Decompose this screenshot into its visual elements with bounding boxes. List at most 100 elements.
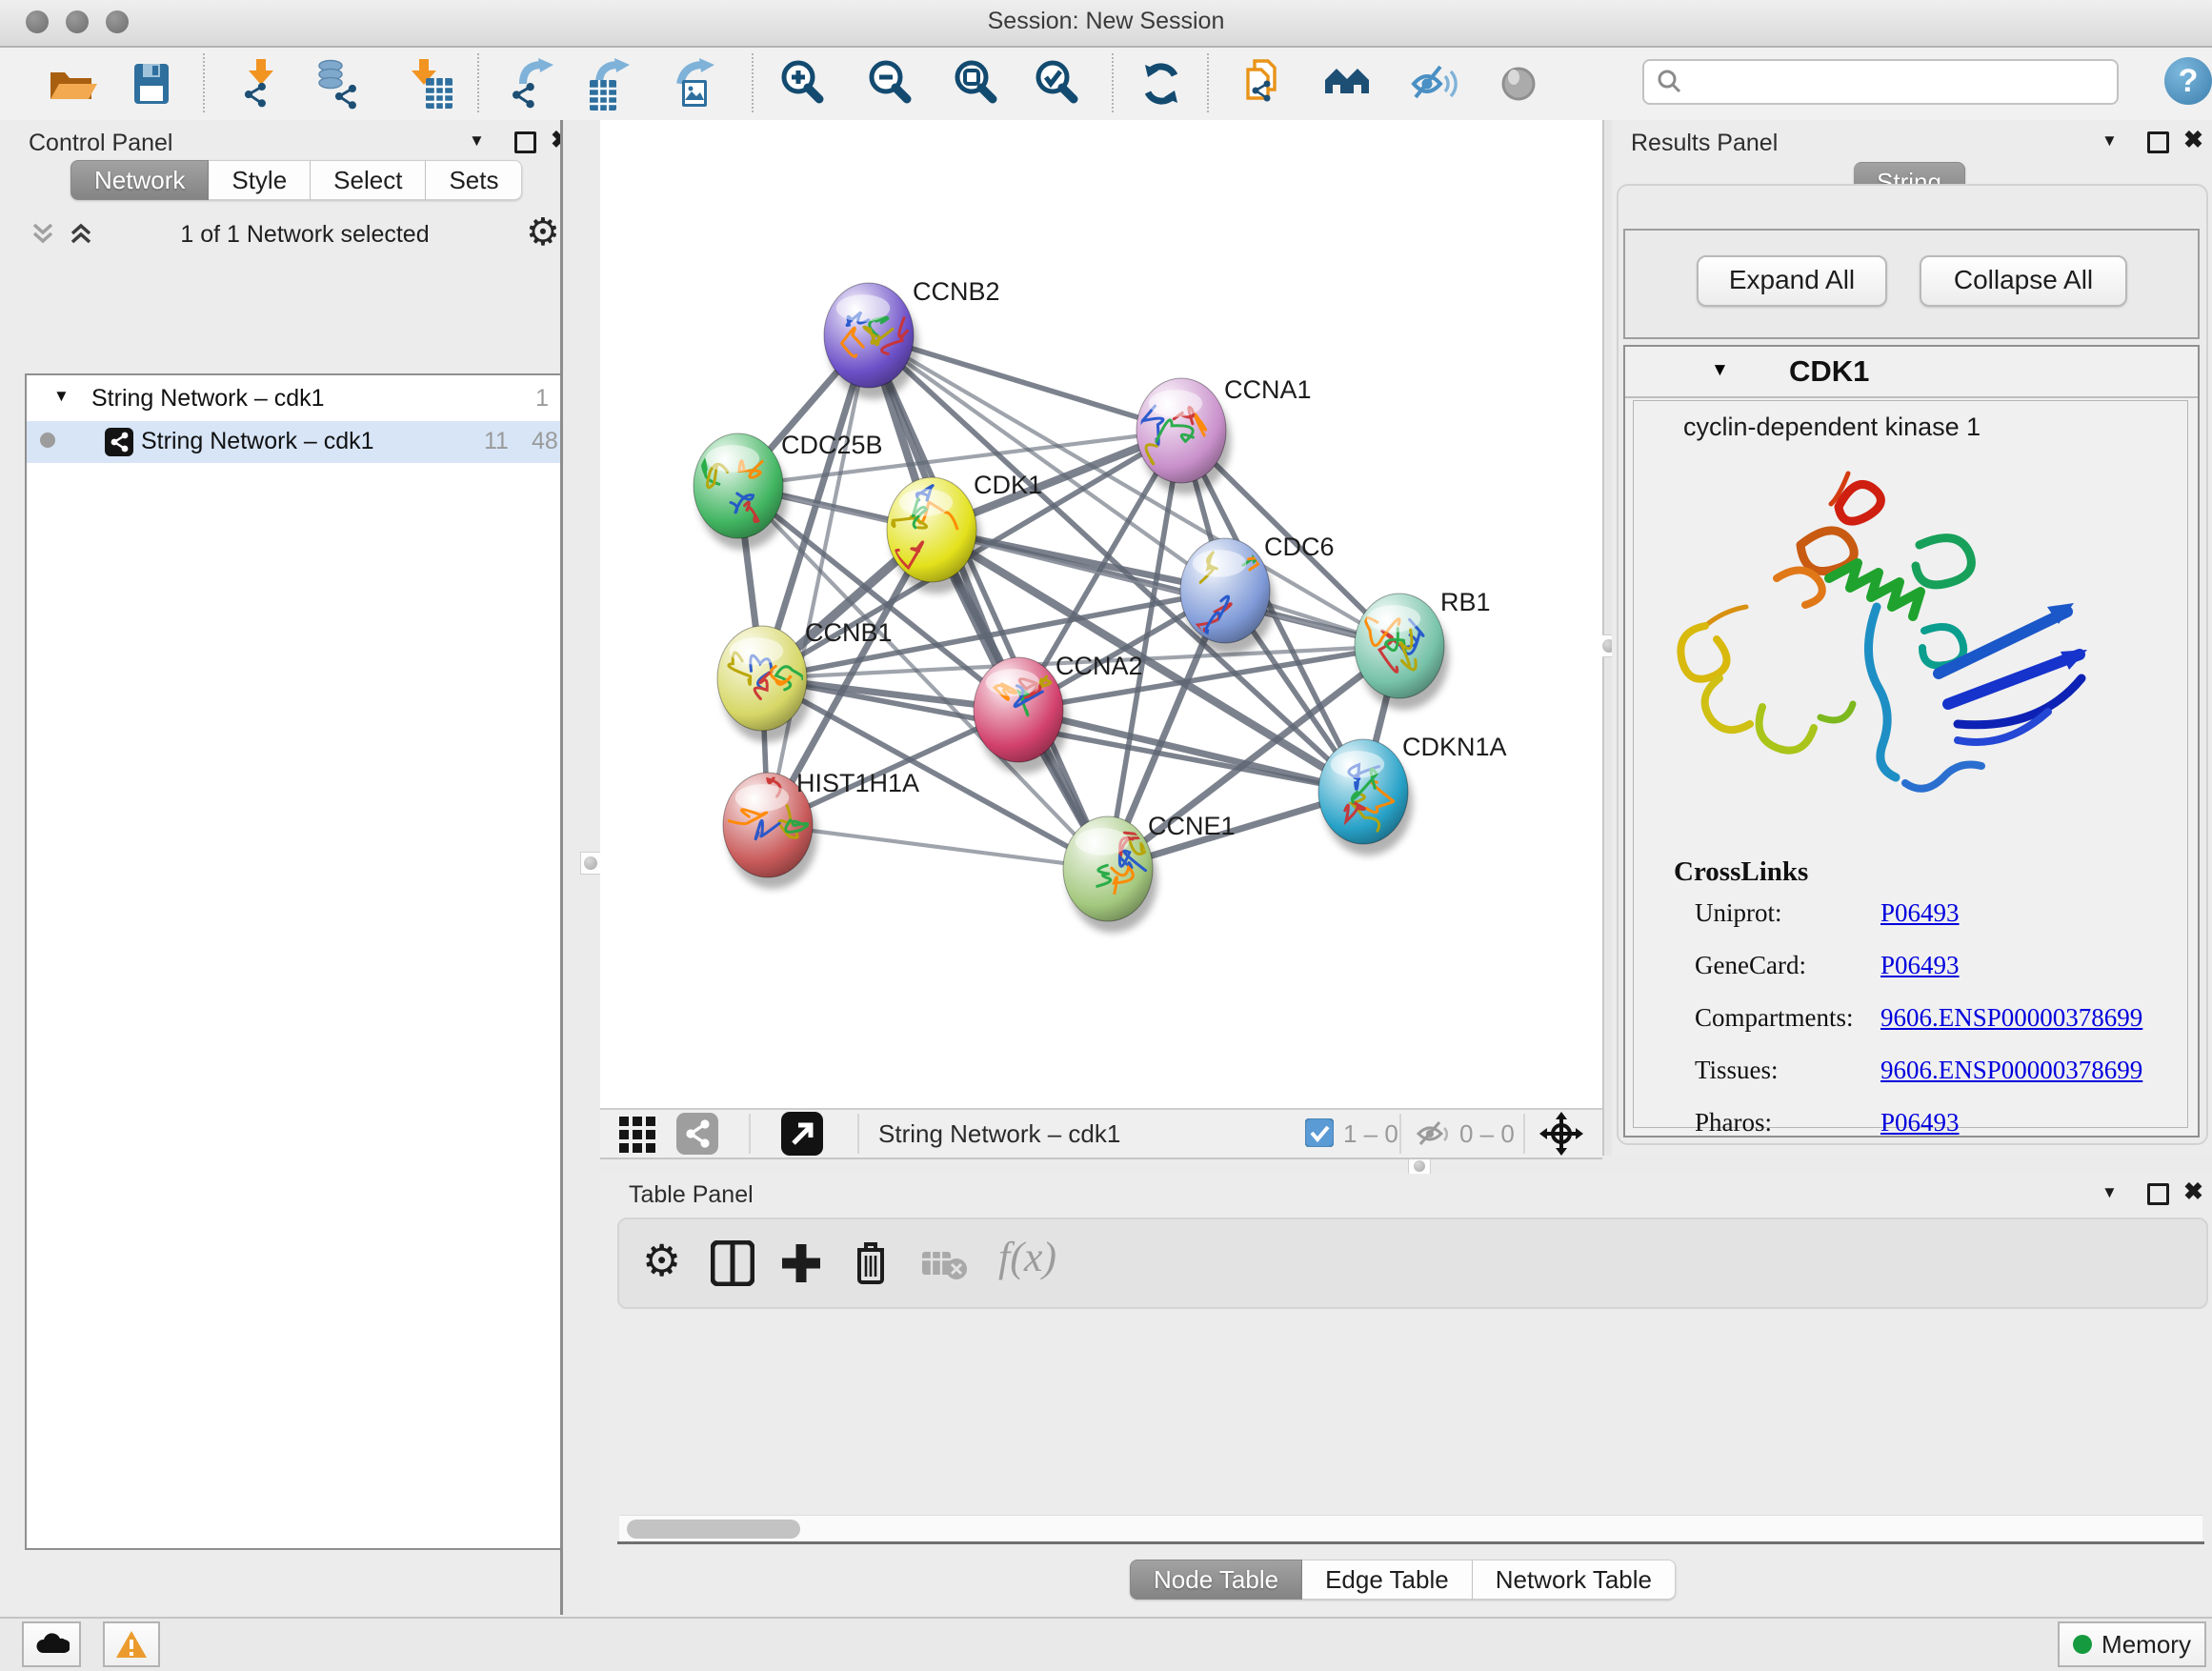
tab-sets[interactable]: Sets (426, 160, 522, 200)
node-label-CCNE1: CCNE1 (1148, 812, 1236, 840)
gene-description: cyclin-dependent kinase 1 (1683, 413, 1981, 442)
crosslink-value-link[interactable]: P06493 (1880, 951, 1960, 980)
results-panel-float-icon[interactable] (2147, 131, 2169, 153)
import-database-button[interactable] (312, 57, 365, 111)
network-view-canvas[interactable]: CCNB2CCNA1CDC25BCDK1CDC6RB1CCNB1CCNA2CDK… (600, 120, 1602, 1108)
function-builder-icon[interactable]: f(x) (998, 1233, 1056, 1281)
table-h-scrollbar[interactable] (619, 1515, 2202, 1542)
export-network-button[interactable] (508, 57, 561, 111)
hide-selected-button[interactable] (1406, 57, 1459, 111)
node-label-RB1: RB1 (1440, 588, 1491, 616)
node-label-CCNB1: CCNB1 (805, 618, 893, 647)
node-RB1[interactable] (1355, 594, 1449, 710)
crosslink-value-link[interactable]: 9606.ENSP00000378699 (1880, 1003, 2142, 1033)
title-bar: Session: New Session (0, 0, 2212, 48)
delete-column-icon[interactable] (852, 1238, 890, 1286)
open-session-button[interactable] (45, 57, 98, 111)
import-database-icon (312, 57, 365, 111)
first-neighbors-button[interactable] (1321, 57, 1375, 111)
export-image-button[interactable] (669, 57, 722, 111)
memory-button[interactable]: Memory (2058, 1621, 2206, 1667)
import-network-button[interactable] (236, 57, 290, 111)
save-session-button[interactable] (125, 57, 178, 111)
node-CDK1[interactable] (880, 477, 981, 594)
zoom-in-icon (776, 57, 830, 111)
control-panel-float-icon[interactable] (514, 131, 536, 153)
collapse-all-button[interactable]: Collapse All (1920, 255, 2127, 307)
tab-edge-table[interactable]: Edge Table (1302, 1560, 1473, 1600)
zoom-selected-icon (1031, 57, 1084, 111)
delete-table-icon[interactable] (922, 1248, 968, 1280)
gene-section-header[interactable]: ▼ CDK1 (1625, 347, 2198, 398)
search-icon (1656, 68, 1684, 96)
fit-selected-crosshair-icon[interactable] (1539, 1112, 1583, 1160)
search-input[interactable] (1692, 64, 2117, 100)
crosslink-value-link[interactable]: P06493 (1880, 898, 1960, 928)
tab-style[interactable]: Style (209, 160, 311, 200)
tab-select[interactable]: Select (311, 160, 426, 200)
cloud-button[interactable] (22, 1621, 81, 1667)
table-panel-float-icon[interactable] (2147, 1183, 2169, 1205)
network-collection-row[interactable]: ▼ String Network – cdk1 1 (27, 383, 566, 419)
show-columns-icon[interactable] (711, 1240, 754, 1286)
gene-section: ▼ CDK1 cyclin-dependent kinase 1 (1623, 345, 2200, 1137)
search-field[interactable] (1642, 59, 2119, 105)
crosslinks-heading: CrossLinks (1674, 856, 1808, 888)
network-options-gear-icon[interactable]: ⚙ (526, 213, 560, 252)
node-CDC25B[interactable] (694, 433, 788, 550)
refresh-button[interactable] (1135, 57, 1188, 111)
table-toolbar: ⚙ f(x) (617, 1218, 2208, 1309)
crosslink-label: Compartments: (1695, 1003, 1880, 1033)
add-column-icon[interactable] (779, 1240, 823, 1286)
tree-expand-icon[interactable]: ▼ (53, 387, 70, 406)
zoom-in-button[interactable] (776, 57, 830, 111)
left-splitter-handle[interactable] (580, 852, 601, 875)
show-grid-icon[interactable] (619, 1115, 657, 1158)
network-row[interactable]: String Network – cdk1 11 48 (27, 421, 566, 463)
zoom-fit-button[interactable] (950, 57, 1003, 111)
left-splitter[interactable] (560, 120, 605, 1615)
string-network-graph[interactable]: CCNB2CCNA1CDC25BCDK1CDC6RB1CCNB1CCNA2CDK… (600, 120, 1602, 1108)
node-CCNE1[interactable] (1063, 816, 1157, 933)
hide-selected-icon (1406, 57, 1459, 111)
collapse-all-networks-icon[interactable] (29, 219, 57, 252)
import-table-button[interactable] (403, 57, 456, 111)
collection-label: String Network – cdk1 (91, 385, 325, 413)
results-panel-menu-icon[interactable]: ▼ (2101, 131, 2118, 151)
show-all-icon (1492, 57, 1545, 111)
warning-button[interactable] (103, 1621, 160, 1667)
results-panel: Results Panel ▼ ✖ String Expand All Coll… (1612, 120, 2212, 1156)
node-label-CCNA1: CCNA1 (1224, 375, 1312, 404)
network-grid-view-icon[interactable] (676, 1113, 718, 1159)
crosslink-value-link[interactable]: P06493 (1880, 1108, 1960, 1137)
tab-network[interactable]: Network (70, 160, 209, 200)
gene-collapse-icon[interactable]: ▼ (1711, 360, 1729, 381)
network-from-selection-button[interactable] (1237, 57, 1291, 111)
tab-network-table[interactable]: Network Table (1473, 1560, 1676, 1600)
expand-all-networks-icon[interactable] (67, 219, 95, 252)
node-CCNB2[interactable] (824, 283, 918, 399)
show-all-button[interactable] (1492, 57, 1545, 111)
zoom-out-button[interactable] (864, 57, 917, 111)
tab-node-table[interactable]: Node Table (1130, 1560, 1302, 1600)
node-CDKN1A[interactable] (1318, 739, 1413, 856)
table-panel-menu-icon[interactable]: ▼ (2101, 1183, 2118, 1202)
control-panel-menu-icon[interactable]: ▼ (469, 131, 485, 151)
toolbar-separator (477, 53, 479, 112)
table-h-scrollbar-thumb[interactable] (627, 1520, 800, 1539)
results-panel-close-icon[interactable]: ✖ (2183, 126, 2203, 154)
node-CCNA1[interactable] (1127, 378, 1231, 494)
crosslink-value-link[interactable]: 9606.ENSP00000378699 (1880, 1056, 2142, 1085)
table-options-gear-icon[interactable]: ⚙ (642, 1237, 681, 1284)
control-panel-title: Control Panel (29, 130, 172, 157)
toolbar-separator (203, 53, 205, 112)
refresh-icon (1135, 57, 1188, 111)
export-table-button[interactable] (584, 57, 637, 111)
table-panel-close-icon[interactable]: ✖ (2183, 1178, 2203, 1206)
birds-eye-view-icon[interactable] (781, 1112, 823, 1160)
selected-checkbox-icon[interactable] (1305, 1118, 1334, 1152)
help-button[interactable]: ? (2164, 57, 2212, 105)
zoom-selected-button[interactable] (1031, 57, 1084, 111)
node-CCNA2[interactable] (974, 654, 1068, 774)
expand-all-button[interactable]: Expand All (1697, 255, 1887, 307)
